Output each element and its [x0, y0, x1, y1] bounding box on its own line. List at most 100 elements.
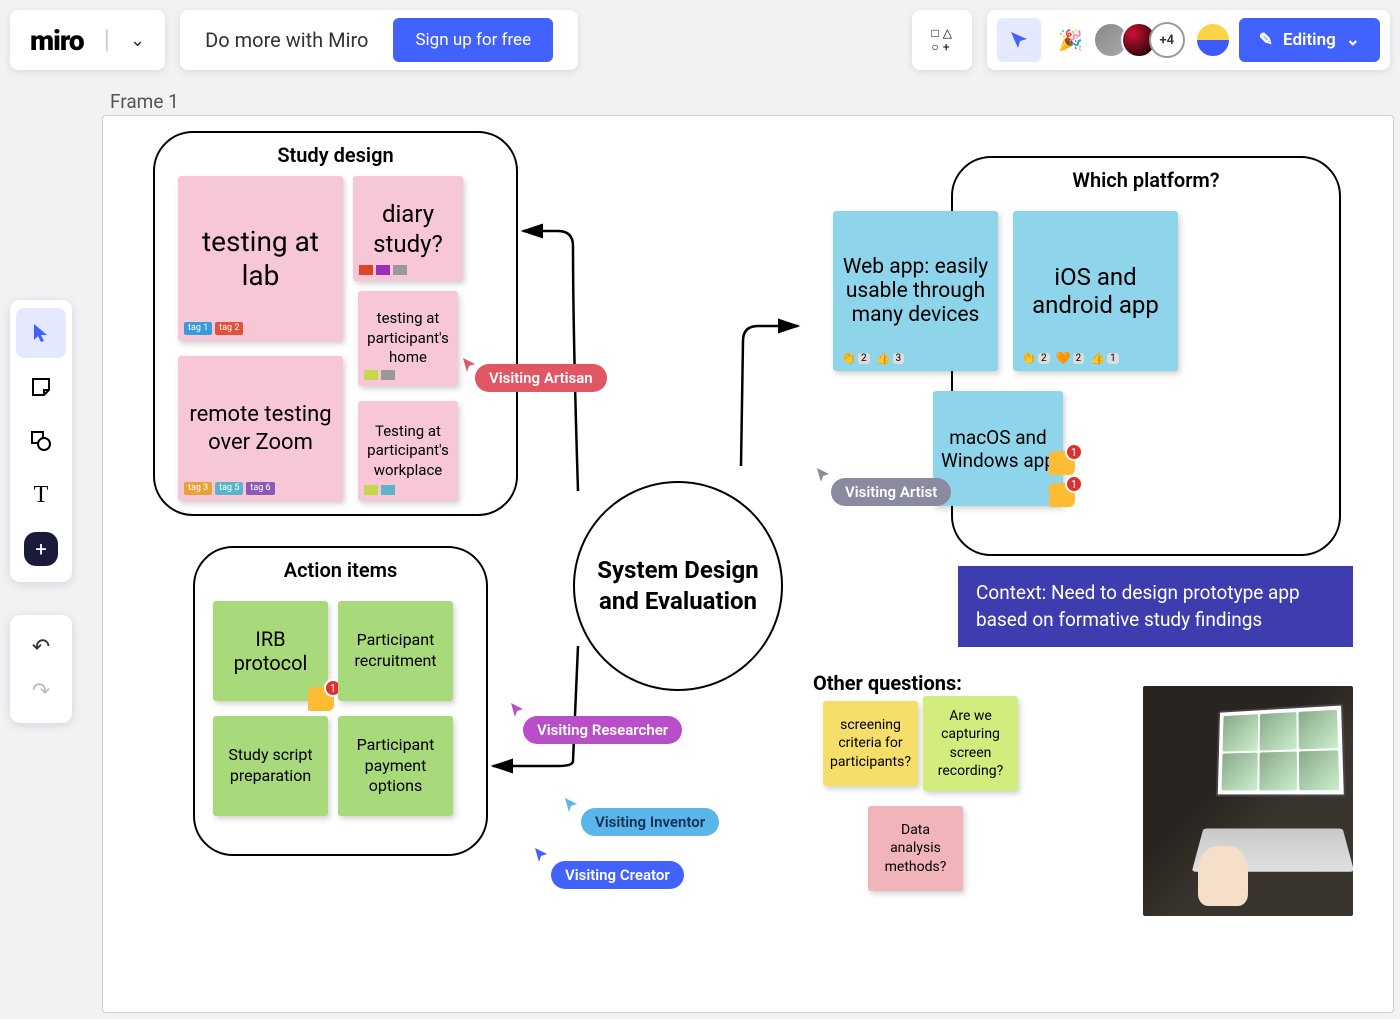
- board-menu-chevron-icon[interactable]: ⌄: [130, 30, 145, 51]
- tag-row: tag 1 tag 2: [184, 322, 243, 335]
- left-toolbar: T +: [10, 300, 72, 582]
- cluster-title: Which platform?: [1072, 168, 1219, 192]
- tag[interactable]: tag 2: [215, 322, 243, 335]
- cluster-title: Study design: [277, 143, 393, 167]
- shapes-plus-icon: □△○+: [932, 27, 952, 53]
- sticky-text: Testing at participant's workplace: [366, 422, 450, 481]
- miro-logo[interactable]: miro: [30, 24, 84, 57]
- reactions-button[interactable]: 🎉: [1049, 18, 1093, 62]
- reaction-thumb[interactable]: 👍3: [876, 351, 905, 365]
- remote-cursor-creator: Visiting Creator: [551, 861, 684, 889]
- tag[interactable]: tag 1: [184, 322, 212, 335]
- sticky-irb[interactable]: IRB protocol 1: [213, 601, 328, 701]
- center-topic-node[interactable]: System Design and Evaluation: [573, 481, 783, 691]
- editing-mode-button[interactable]: ✎ Editing ⌄: [1239, 18, 1380, 62]
- sticky-text: Participant payment options: [346, 735, 445, 797]
- undo-button[interactable]: ↶: [16, 625, 66, 669]
- sticky-diary[interactable]: diary study?: [353, 176, 463, 281]
- more-tools-button[interactable]: +: [24, 532, 58, 566]
- context-text: Context: Need to design prototype app ba…: [976, 581, 1300, 631]
- sticky-text: IRB protocol: [221, 627, 320, 675]
- frame-label[interactable]: Frame 1: [110, 90, 179, 113]
- sticky-recording[interactable]: Are we capturing screen recording?: [923, 696, 1018, 791]
- sticky-screening[interactable]: screening criteria for participants?: [823, 701, 918, 786]
- sticky-web[interactable]: Web app: easily usable through many devi…: [833, 211, 998, 371]
- divider: |: [104, 25, 110, 55]
- apps-button[interactable]: □△○+: [912, 10, 972, 70]
- undo-icon: ↶: [32, 635, 50, 660]
- select-tool[interactable]: [16, 308, 66, 358]
- sticky-text: Web app: easily usable through many devi…: [841, 255, 990, 327]
- sticky-script[interactable]: Study script preparation: [213, 716, 328, 816]
- tag[interactable]: tag 6: [246, 482, 274, 495]
- photo-hand: [1198, 846, 1248, 906]
- reaction-clap[interactable]: 👏2: [1021, 351, 1050, 365]
- center-label: System Design and Evaluation: [595, 555, 761, 617]
- promo-text: Do more with Miro: [205, 28, 368, 52]
- sticky-text: testing at lab: [186, 225, 335, 292]
- remote-cursor-artisan: Visiting Artisan: [475, 364, 607, 392]
- sticky-text: screening criteria for participants?: [830, 716, 911, 771]
- reaction-clap[interactable]: 👏2: [841, 351, 870, 365]
- collaborator-avatars[interactable]: +4: [1101, 22, 1231, 58]
- sticky-analysis[interactable]: Data analysis methods?: [868, 806, 963, 891]
- avatar-overflow[interactable]: +4: [1149, 22, 1185, 58]
- promo-panel: Do more with Miro Sign up for free: [180, 10, 578, 70]
- sticky-recruit[interactable]: Participant recruitment: [338, 601, 453, 701]
- editing-label: Editing: [1283, 30, 1336, 50]
- sticky-tool[interactable]: [16, 362, 66, 412]
- context-text-box[interactable]: Context: Need to design prototype app ba…: [958, 566, 1353, 647]
- photo-laptop: [1216, 703, 1346, 796]
- follow-cursor-button[interactable]: [997, 18, 1041, 62]
- reaction-heart[interactable]: 🧡2: [1056, 351, 1085, 365]
- comment-count-badge: 1: [1065, 475, 1083, 493]
- sticky-text: macOS and Windows app: [941, 426, 1055, 472]
- sticky-mobile[interactable]: iOS and android app 👏2 🧡2 👍1: [1013, 211, 1178, 371]
- collab-panel: 🎉 +4 ✎ Editing ⌄: [987, 10, 1390, 70]
- sticky-testing-lab[interactable]: testing at lab tag 1 tag 2: [178, 176, 343, 341]
- sticky-remote[interactable]: remote testing over Zoom tag 3 tag 5 tag…: [178, 356, 343, 501]
- swatch-row: [364, 485, 395, 495]
- sticky-payment[interactable]: Participant payment options: [338, 716, 453, 816]
- swatch-row: [364, 370, 395, 380]
- remote-cursor-artist: Visiting Artist: [831, 478, 951, 506]
- remote-cursor-icon: [815, 466, 831, 484]
- pencil-icon: ✎: [1259, 30, 1273, 50]
- remote-cursor-icon: [509, 701, 525, 719]
- remote-cursor-icon: [533, 846, 549, 864]
- remote-cursor-inventor: Visiting Inventor: [581, 808, 719, 836]
- comment-indicator[interactable]: 1: [308, 687, 334, 711]
- sticky-text: remote testing over Zoom: [186, 401, 335, 456]
- sticky-desktop[interactable]: macOS and Windows app 1 1: [933, 391, 1063, 506]
- avatar-self[interactable]: [1195, 22, 1231, 58]
- tag-row: tag 3 tag 5 tag 6: [184, 482, 275, 495]
- comment-indicator[interactable]: 1: [1049, 451, 1075, 475]
- redo-button[interactable]: ↷: [16, 669, 66, 713]
- shape-tool[interactable]: [16, 416, 66, 466]
- reaction-row[interactable]: 👏2 👍3: [841, 351, 904, 365]
- sticky-workplace[interactable]: Testing at participant's workplace: [358, 401, 458, 501]
- sticky-home[interactable]: testing at participant's home: [358, 291, 458, 386]
- sticky-text: diary study?: [361, 199, 455, 259]
- reaction-row[interactable]: 👏2 🧡2 👍1: [1021, 351, 1119, 365]
- sticky-text: testing at participant's home: [366, 309, 450, 368]
- embedded-image-laptop[interactable]: [1143, 686, 1353, 916]
- canvas[interactable]: Study design testing at lab tag 1 tag 2 …: [102, 115, 1394, 1013]
- comment-indicator[interactable]: 1: [1049, 483, 1075, 507]
- other-questions-heading[interactable]: Other questions:: [813, 671, 962, 695]
- chevron-down-icon: ⌄: [1346, 30, 1360, 50]
- text-icon: T: [34, 482, 49, 509]
- sticky-text: Participant recruitment: [346, 630, 445, 672]
- undo-panel: ↶ ↷: [10, 615, 72, 723]
- text-tool[interactable]: T: [16, 470, 66, 520]
- logo-panel: miro | ⌄: [10, 10, 165, 70]
- sticky-text: Study script preparation: [221, 745, 320, 787]
- plus-icon: +: [35, 537, 46, 561]
- remote-cursor-icon: [563, 796, 579, 814]
- reaction-thumb[interactable]: 👍1: [1090, 351, 1119, 365]
- tag[interactable]: tag 3: [184, 482, 212, 495]
- tag[interactable]: tag 5: [215, 482, 243, 495]
- shape-icon: [29, 429, 53, 453]
- pointer-icon: [32, 322, 50, 344]
- signup-button[interactable]: Sign up for free: [393, 18, 553, 62]
